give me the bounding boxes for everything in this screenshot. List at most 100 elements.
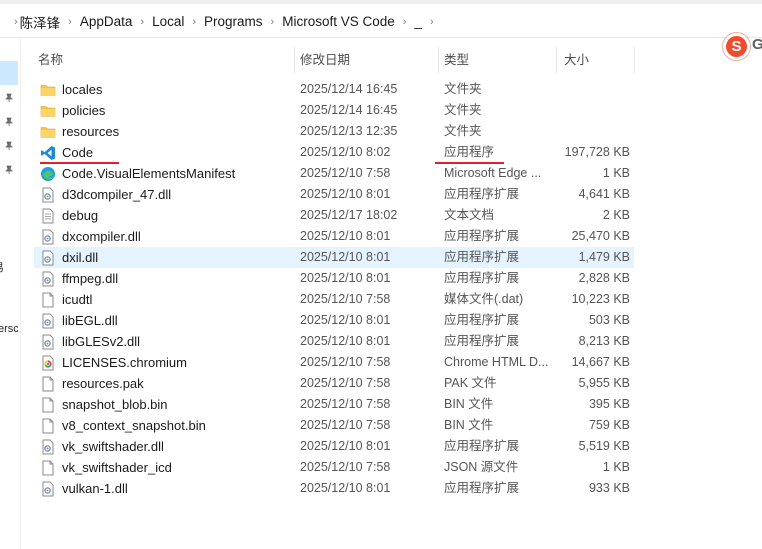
column-name[interactable]: 名称 bbox=[38, 47, 63, 73]
file-type: 文件夹 bbox=[444, 103, 482, 117]
file-row[interactable]: snapshot_blob.bin 2025/12/10 7:58 BIN 文件 39… bbox=[34, 394, 634, 415]
file-name-cell[interactable]: Code.VisualElementsManifest bbox=[40, 163, 235, 184]
file-list: locales 2025/12/14 16:45 文件夹 policies 2025/1… bbox=[34, 79, 634, 499]
column-divider[interactable] bbox=[294, 47, 295, 73]
file-name[interactable]: d3dcompiler_47.dll bbox=[62, 184, 171, 205]
breadcrumb-separator[interactable]: › bbox=[271, 16, 275, 28]
file-row[interactable]: vk_swiftshader.dll 2025/12/10 8:01 应用程序扩展 5… bbox=[34, 436, 634, 457]
file-size: 25,470 KB bbox=[571, 229, 630, 243]
file-name-cell[interactable]: libGLESv2.dll bbox=[40, 331, 140, 352]
file-name[interactable]: ffmpeg.dll bbox=[62, 268, 118, 289]
file-name[interactable]: dxil.dll bbox=[62, 247, 98, 268]
file-name-cell[interactable]: ffmpeg.dll bbox=[40, 268, 118, 289]
file-row[interactable]: locales 2025/12/14 16:45 文件夹 bbox=[34, 79, 634, 100]
breadcrumb-separator[interactable]: › bbox=[68, 16, 72, 28]
file-name[interactable]: vulkan-1.dll bbox=[62, 478, 128, 499]
file-name[interactable]: policies bbox=[62, 100, 105, 121]
file-row[interactable]: Code.VisualElementsManifest 2025/12/10 7:… bbox=[34, 163, 634, 184]
file-row[interactable]: Code 2025/12/10 8:02 应用程序 197,728 KB bbox=[34, 142, 634, 163]
file-name-cell[interactable]: vulkan-1.dll bbox=[40, 478, 128, 499]
breadcrumb-item-local[interactable]: Local bbox=[152, 14, 184, 29]
dll-icon bbox=[40, 481, 56, 497]
file-name-cell[interactable]: vk_swiftshader_icd bbox=[40, 457, 172, 478]
file-name[interactable]: libEGL.dll bbox=[62, 310, 118, 331]
breadcrumb-item-underscore[interactable]: _ bbox=[414, 14, 422, 29]
file-name-cell[interactable]: resources bbox=[40, 121, 119, 142]
column-divider[interactable] bbox=[556, 47, 557, 73]
file-name[interactable]: LICENSES.chromium bbox=[62, 352, 187, 373]
column-divider[interactable] bbox=[634, 47, 635, 73]
file-name-cell[interactable]: policies bbox=[40, 100, 105, 121]
breadcrumb-item-vscode[interactable]: Microsoft VS Code bbox=[282, 14, 395, 29]
column-size[interactable]: 大小 bbox=[564, 47, 589, 73]
file-row[interactable]: icudtl 2025/12/10 7:58 媒体文件(.dat) 10,223 KB bbox=[34, 289, 634, 310]
file-name-cell[interactable]: locales bbox=[40, 79, 102, 100]
navigation-pane[interactable]: 易 ersc bbox=[0, 39, 21, 549]
column-divider[interactable] bbox=[438, 47, 439, 73]
column-type[interactable]: 类型 bbox=[444, 47, 469, 73]
breadcrumb-item-appdata[interactable]: AppData bbox=[80, 14, 133, 29]
file-name-cell[interactable]: v8_context_snapshot.bin bbox=[40, 415, 206, 436]
breadcrumb-separator[interactable]: › bbox=[403, 16, 407, 28]
breadcrumb-separator[interactable]: › bbox=[140, 16, 144, 28]
breadcrumb-item-programs[interactable]: Programs bbox=[204, 14, 263, 29]
file-name[interactable]: debug bbox=[62, 205, 98, 226]
file-name-cell[interactable]: dxcompiler.dll bbox=[40, 226, 141, 247]
file-name[interactable]: snapshot_blob.bin bbox=[62, 394, 168, 415]
file-name-cell[interactable]: snapshot_blob.bin bbox=[40, 394, 168, 415]
file-name[interactable]: vk_swiftshader_icd bbox=[62, 457, 172, 478]
file-name[interactable]: Code bbox=[62, 142, 93, 163]
file-row[interactable]: policies 2025/12/14 16:45 文件夹 bbox=[34, 100, 634, 121]
file-row[interactable]: libEGL.dll 2025/12/10 8:01 应用程序扩展 503 KB bbox=[34, 310, 634, 331]
file-row[interactable]: ffmpeg.dll 2025/12/10 8:01 应用程序扩展 2,828 KB bbox=[34, 268, 634, 289]
file-row[interactable]: vk_swiftshader_icd 2025/12/10 7:58 JSON 源文… bbox=[34, 457, 634, 478]
file-date: 2025/12/10 8:01 bbox=[300, 271, 391, 285]
file-row[interactable]: debug 2025/12/17 18:02 文本文档 2 KB bbox=[34, 205, 634, 226]
file-name-cell[interactable]: libEGL.dll bbox=[40, 310, 118, 331]
file-date: 2025/12/10 8:01 bbox=[300, 187, 391, 201]
file-name[interactable]: v8_context_snapshot.bin bbox=[62, 415, 206, 436]
file-name-cell[interactable]: d3dcompiler_47.dll bbox=[40, 184, 171, 205]
file-name[interactable]: Code.VisualElementsManifest bbox=[62, 163, 235, 184]
file-name-cell[interactable]: icudtl bbox=[40, 289, 92, 310]
breadcrumb-separator[interactable]: › bbox=[430, 16, 434, 28]
file-name[interactable]: resources bbox=[62, 121, 119, 142]
breadcrumb-item-user[interactable]: 陈泽锋 bbox=[20, 12, 61, 32]
file-name-cell[interactable]: resources.pak bbox=[40, 373, 144, 394]
file-row[interactable]: libGLESv2.dll 2025/12/10 8:01 应用程序扩展 8,213 … bbox=[34, 331, 634, 352]
column-date[interactable]: 修改日期 bbox=[300, 47, 350, 73]
address-bar[interactable]: › 陈泽锋 › AppData › Local › Programs › Mic… bbox=[0, 6, 762, 38]
file-name[interactable]: vk_swiftshader.dll bbox=[62, 436, 164, 457]
file-name-cell[interactable]: Code bbox=[40, 142, 93, 163]
blank-file-icon bbox=[40, 460, 56, 476]
file-date: 2025/12/10 7:58 bbox=[300, 166, 391, 180]
file-type: 文本文档 bbox=[444, 208, 495, 222]
file-row[interactable]: dxil.dll 2025/12/10 8:01 应用程序扩展 1,479 KB bbox=[34, 247, 634, 268]
file-name-cell[interactable]: dxil.dll bbox=[40, 247, 98, 268]
file-name[interactable]: libGLESv2.dll bbox=[62, 331, 140, 352]
file-row[interactable]: LICENSES.chromium 2025/12/10 7:58 Chrome H… bbox=[34, 352, 634, 373]
file-row[interactable]: resources 2025/12/13 12:35 文件夹 bbox=[34, 121, 634, 142]
file-row[interactable]: resources.pak 2025/12/10 7:58 PAK 文件 5,955 … bbox=[34, 373, 634, 394]
nav-selected-item[interactable] bbox=[0, 61, 18, 85]
nav-item-fragment[interactable]: 易 bbox=[0, 259, 7, 275]
file-name[interactable]: icudtl bbox=[62, 289, 92, 310]
file-row[interactable]: d3dcompiler_47.dll 2025/12/10 8:01 应用程序扩展 4… bbox=[34, 184, 634, 205]
file-name[interactable]: locales bbox=[62, 79, 102, 100]
file-type: BIN 文件 bbox=[444, 397, 494, 411]
file-type: 媒体文件(.dat) bbox=[444, 292, 524, 306]
file-name-cell[interactable]: vk_swiftshader.dll bbox=[40, 436, 164, 457]
file-name-cell[interactable]: LICENSES.chromium bbox=[40, 352, 187, 373]
file-date: 2025/12/10 7:58 bbox=[300, 292, 391, 306]
nav-item-fragment[interactable]: ersc bbox=[0, 323, 18, 335]
breadcrumb-root-chevron[interactable]: › bbox=[14, 16, 18, 28]
file-name[interactable]: resources.pak bbox=[62, 373, 144, 394]
file-row[interactable]: vulkan-1.dll 2025/12/10 8:01 应用程序扩展 933 KB bbox=[34, 478, 634, 499]
file-date: 2025/12/14 16:45 bbox=[300, 82, 398, 96]
file-name[interactable]: dxcompiler.dll bbox=[62, 226, 141, 247]
breadcrumb-separator[interactable]: › bbox=[192, 16, 196, 28]
file-size: 5,955 KB bbox=[578, 376, 630, 390]
file-row[interactable]: dxcompiler.dll 2025/12/10 8:01 应用程序扩展 25,47… bbox=[34, 226, 634, 247]
file-row[interactable]: v8_context_snapshot.bin 2025/12/10 7:58 BI… bbox=[34, 415, 634, 436]
file-name-cell[interactable]: debug bbox=[40, 205, 98, 226]
